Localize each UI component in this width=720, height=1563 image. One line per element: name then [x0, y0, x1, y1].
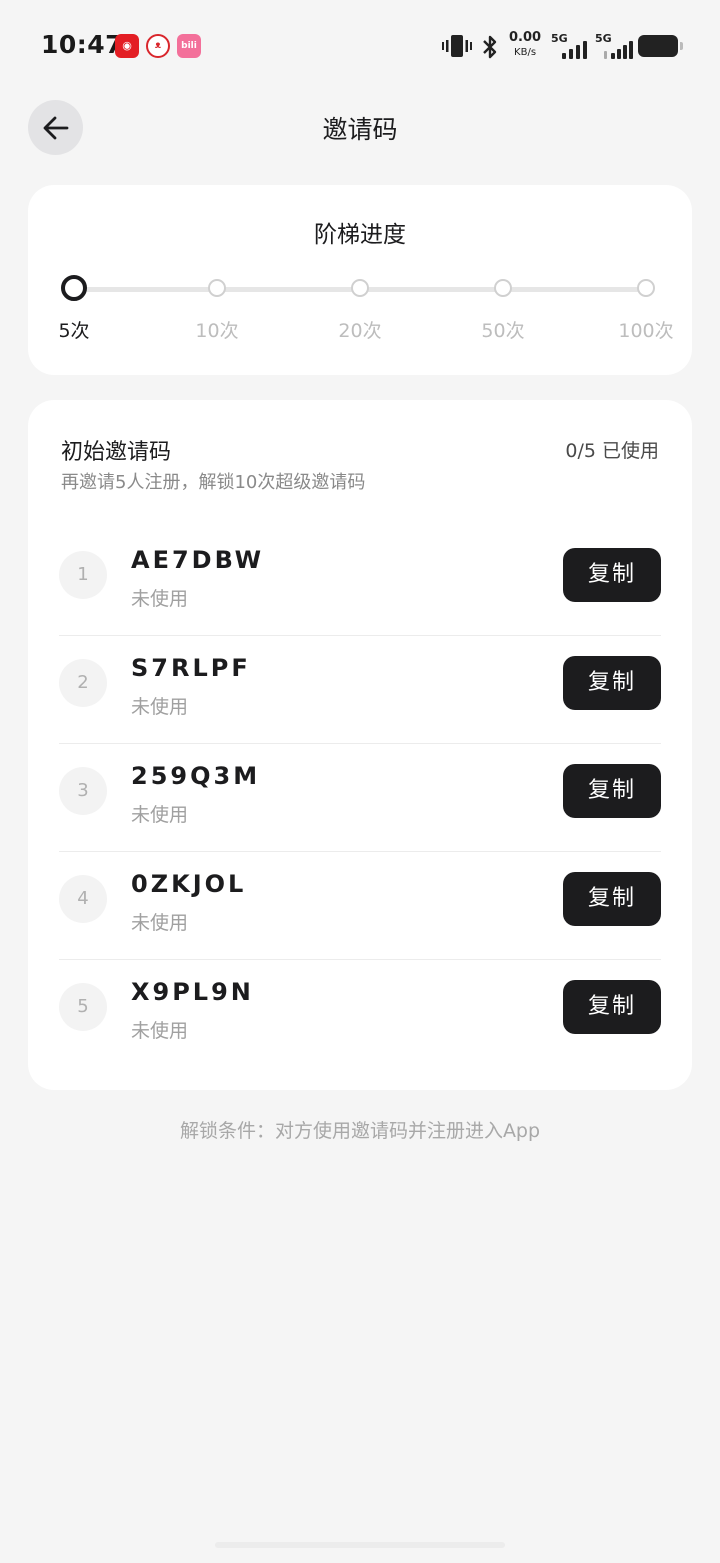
code-row: 4 0ZKJOL 未使用 复制	[59, 852, 661, 960]
codes-used-count: 0/5 已使用	[565, 440, 659, 462]
progress-node-current	[61, 275, 87, 301]
cat-app-icon: ᴥ	[146, 34, 170, 58]
progress-node	[208, 279, 226, 297]
home-indicator[interactable]	[215, 1542, 505, 1548]
bilibili-icon: bili	[177, 34, 201, 58]
code-row: 3 259Q3M 未使用 复制	[59, 744, 661, 852]
status-bar: 10:47 ◉ ᴥ bili 0.00 KB/s 5G 5G	[0, 0, 720, 92]
code-index: 2	[59, 659, 107, 707]
ladder-progress-title: 阶梯进度	[314, 222, 406, 248]
code-status: 未使用	[131, 696, 189, 718]
ladder-progress-card: 阶梯进度 5次 10次 20次 50次 100次	[28, 185, 692, 375]
progress-step-label: 20次	[338, 320, 382, 342]
codes-title: 初始邀请码	[61, 440, 172, 465]
invite-code: S7RLPF	[131, 654, 251, 682]
progress-step-label: 100次	[618, 320, 674, 342]
bluetooth-icon	[483, 35, 497, 59]
net-speed-unit: KB/s	[514, 47, 537, 58]
invite-codes-card: 初始邀请码 0/5 已使用 再邀请5人注册，解锁10次超级邀请码 1 AE7DB…	[28, 400, 692, 1090]
progress-node	[494, 279, 512, 297]
page-title: 邀请码	[322, 115, 398, 144]
battery-icon	[638, 35, 683, 57]
vibrate-icon	[442, 35, 472, 57]
codes-subtitle: 再邀请5人注册，解锁10次超级邀请码	[61, 472, 366, 493]
code-status: 未使用	[131, 804, 189, 826]
invite-code: AE7DBW	[131, 546, 265, 574]
progress-node	[637, 279, 655, 297]
invite-code: 0ZKJOL	[131, 870, 247, 898]
invite-code: X9PL9N	[131, 978, 254, 1006]
sim1-signal-icon	[562, 39, 588, 59]
copy-button[interactable]: 复制	[563, 872, 661, 926]
copy-button[interactable]: 复制	[563, 656, 661, 710]
status-time: 10:47	[41, 30, 124, 59]
copy-button[interactable]: 复制	[563, 548, 661, 602]
progress-track: 5次 10次 20次 50次 100次	[58, 275, 674, 342]
progress-step-label: 5次	[58, 320, 90, 342]
code-row: 1 AE7DBW 未使用 复制	[59, 528, 661, 636]
code-status: 未使用	[131, 1020, 189, 1042]
progress-node	[351, 279, 369, 297]
progress-step-label: 50次	[481, 320, 525, 342]
code-index: 3	[59, 767, 107, 815]
copy-button[interactable]: 复制	[563, 764, 661, 818]
copy-button[interactable]: 复制	[563, 980, 661, 1034]
progress-step-label: 10次	[195, 320, 239, 342]
code-status: 未使用	[131, 588, 189, 610]
invite-code: 259Q3M	[131, 762, 261, 790]
code-row: 5 X9PL9N 未使用 复制	[59, 960, 661, 1068]
code-status: 未使用	[131, 912, 189, 934]
sim2-signal-icon	[604, 39, 633, 59]
code-row: 2 S7RLPF 未使用 复制	[59, 636, 661, 744]
net-speed-value: 0.00	[509, 30, 542, 45]
code-index: 4	[59, 875, 107, 923]
code-index: 5	[59, 983, 107, 1031]
net-speed: 0.00 KB/s	[509, 30, 541, 60]
unlock-condition-note: 解锁条件：对方使用邀请码并注册进入App	[179, 1120, 541, 1142]
netease-music-icon: ◉	[115, 34, 139, 58]
code-index: 1	[59, 551, 107, 599]
